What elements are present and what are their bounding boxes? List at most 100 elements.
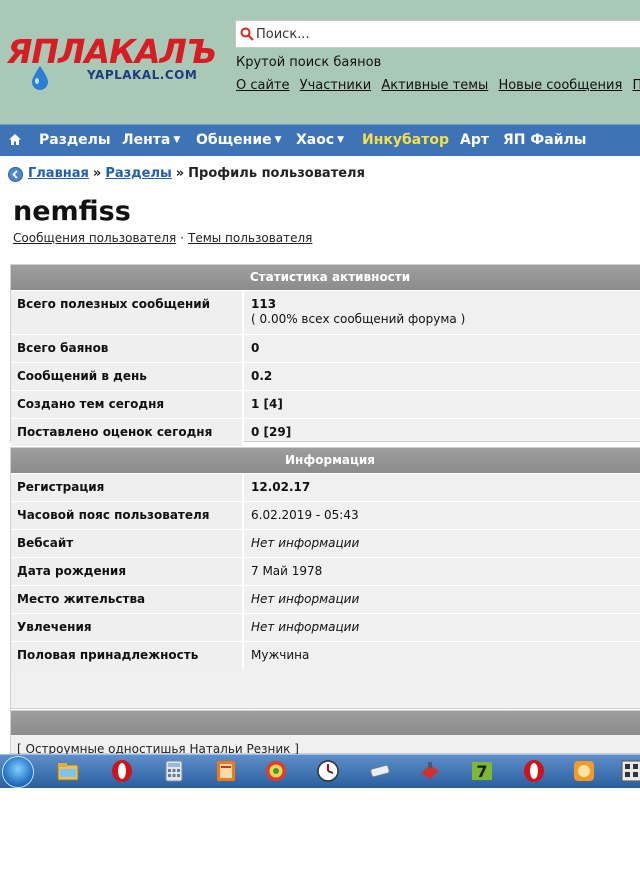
info-row: Место жительства Нет информации: [11, 585, 640, 613]
info-value: 7 Май 1978: [251, 564, 323, 578]
clock-app-icon[interactable]: [316, 759, 340, 783]
svg-text:7: 7: [476, 762, 487, 781]
grid-app-icon[interactable]: [620, 759, 640, 783]
info-value: 6.02.2019 - 05:43: [251, 508, 359, 522]
stat-label: Поставлено оценок сегодня: [17, 425, 213, 439]
opera-icon[interactable]: [110, 759, 134, 783]
stat-row: Сообщений в день 0.2: [11, 362, 640, 390]
user-topics-link[interactable]: Темы пользователя: [188, 231, 312, 245]
search-input[interactable]: [256, 24, 636, 44]
file-explorer-icon[interactable]: [56, 759, 80, 783]
nav-item-label: Общение: [196, 132, 272, 148]
site-header: ЯПЛАКАЛЪ YAPLAKAL.COM Крутой поиск баяно…: [0, 0, 640, 124]
breadcrumb-sections[interactable]: Разделы: [105, 166, 171, 181]
logo-subtitle: YAPLAKAL.COM: [87, 68, 198, 82]
nav-item-incubator[interactable]: Инкубатор: [362, 132, 449, 148]
eraser-app-icon[interactable]: [368, 759, 392, 783]
breadcrumb-separator: »: [92, 166, 102, 181]
info-row: Увлечения Нет информации: [11, 613, 640, 641]
seven-zip-icon[interactable]: 7: [470, 759, 494, 783]
link-members[interactable]: Участники: [300, 78, 372, 93]
start-orb-icon[interactable]: [2, 756, 34, 788]
link-about[interactable]: О сайте: [236, 78, 290, 93]
stat-label: Создано тем сегодня: [17, 397, 165, 411]
info-panel-title: Информация: [11, 448, 640, 473]
nav-item-label: Арт: [460, 132, 489, 148]
nav-item-art[interactable]: Арт: [460, 132, 489, 148]
info-value: Нет информации: [251, 592, 360, 606]
opera-2-icon[interactable]: [522, 759, 546, 783]
signature-panel-head: [11, 711, 640, 735]
activity-panel: Статистика активности Всего полезных соо…: [10, 264, 640, 446]
nav-item-label: Инкубатор: [362, 132, 449, 148]
chevron-down-icon: ▼: [173, 135, 181, 145]
user-posts-link[interactable]: Сообщения пользователя: [13, 231, 176, 245]
stat-row: Поставлено оценок сегодня 0 [29]: [11, 418, 640, 446]
cl-app-icon[interactable]: [214, 759, 238, 783]
info-row: Половая принадлежность Мужчина: [11, 641, 640, 669]
search-icon: [240, 27, 254, 41]
stat-label: Сообщений в день: [17, 369, 147, 383]
site-logo[interactable]: ЯПЛАКАЛЪ YAPLAKAL.COM: [7, 32, 217, 92]
profile-username: nemfiss: [13, 196, 131, 227]
nav-item-communication[interactable]: Общение ▼: [196, 132, 282, 148]
stat-row: Создано тем сегодня 1 [4]: [11, 390, 640, 418]
stat-label: Всего баянов: [17, 341, 109, 355]
profile-links: Сообщения пользователя · Темы пользователя: [13, 231, 312, 245]
nav-item-files[interactable]: ЯП Файлы: [503, 132, 586, 148]
stat-value: 113: [251, 297, 277, 311]
info-label: Часовой пояс пользователя: [17, 508, 210, 522]
info-panel: Информация Регистрация 12.02.17 Часовой …: [10, 447, 640, 709]
breadcrumb-separator: »: [175, 166, 185, 181]
nav-item-chaos[interactable]: Хаос ▼: [296, 132, 344, 148]
tagline: Крутой поиск баянов: [236, 55, 382, 70]
nav-item-label: Хаос: [296, 132, 335, 148]
nav-item-feed[interactable]: Лента ▼: [122, 132, 180, 148]
info-value: 12.02.17: [251, 480, 311, 494]
water-drop-icon: [32, 66, 48, 90]
info-value: Мужчина: [251, 648, 310, 662]
info-value: Нет информации: [251, 620, 360, 634]
windows-taskbar: 7: [0, 754, 640, 788]
search-box[interactable]: [235, 20, 640, 48]
back-arrow-icon: [8, 167, 23, 182]
activity-panel-title: Статистика активности: [11, 265, 640, 290]
stat-value: 0.2: [251, 369, 273, 383]
stat-value: 0: [251, 341, 260, 355]
orange-app-icon[interactable]: [572, 759, 596, 783]
chevron-down-icon: ▼: [274, 135, 282, 145]
info-row: Регистрация 12.02.17: [11, 473, 640, 501]
info-row: Часовой пояс пользователя 6.02.2019 - 05…: [11, 501, 640, 529]
info-label: Увлечения: [17, 620, 92, 634]
stat-value: 1 [4]: [251, 397, 283, 411]
link-new-posts[interactable]: Новые сообщения: [498, 78, 622, 93]
info-label: Место жительства: [17, 592, 146, 606]
chevron-down-icon: ▼: [337, 135, 345, 145]
red-tool-app-icon[interactable]: [418, 759, 442, 783]
nav-item-label: Разделы: [39, 132, 111, 148]
target-app-icon[interactable]: [264, 759, 288, 783]
top-links: О сайте Участники Активные темы Новые со…: [236, 78, 640, 93]
nav-item-sections[interactable]: Разделы: [39, 132, 111, 148]
link-separator: ·: [180, 231, 184, 245]
stat-value-note: ( 0.00% всех сообщений форума ): [251, 312, 466, 326]
link-more[interactable]: По: [632, 78, 640, 93]
info-label: Дата рождения: [17, 564, 127, 578]
main-nav: Разделы Лента ▼ Общение ▼ Хаос ▼ Инкубатор …: [0, 124, 640, 156]
calculator-icon[interactable]: [162, 759, 186, 783]
info-row: Вебсайт Нет информации: [11, 529, 640, 557]
stat-label: Всего полезных сообщений: [17, 297, 211, 311]
info-label: Регистрация: [17, 480, 105, 494]
home-icon[interactable]: [8, 133, 22, 146]
breadcrumb-current: Профиль пользователя: [188, 166, 365, 181]
info-label: Вебсайт: [17, 536, 74, 550]
nav-item-label: ЯП Файлы: [503, 132, 587, 148]
breadcrumb-home[interactable]: Главная: [28, 166, 89, 181]
stat-row: Всего баянов 0: [11, 334, 640, 362]
nav-item-label: Лента: [122, 132, 171, 148]
info-label: Половая принадлежность: [17, 648, 199, 662]
stat-row: Всего полезных сообщений 113 ( 0.00% все…: [11, 290, 640, 334]
info-value: Нет информации: [251, 536, 360, 550]
signature-panel: [ Остроумные одностишья Натальи Резник ]: [10, 710, 640, 756]
link-active-topics[interactable]: Активные темы: [381, 78, 488, 93]
